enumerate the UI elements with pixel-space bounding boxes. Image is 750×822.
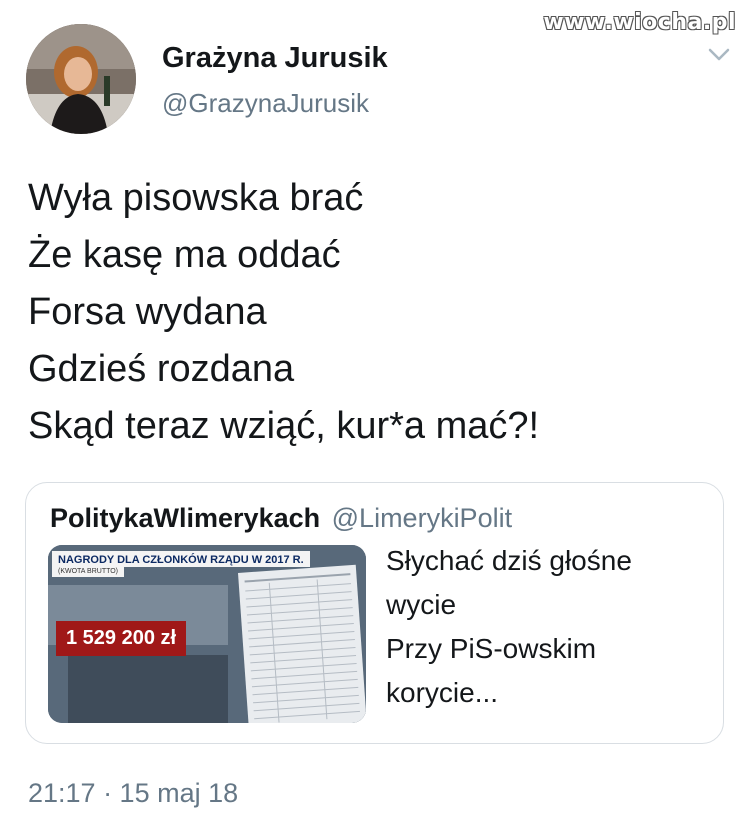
author-name[interactable]: Grażyna Jurusik — [162, 42, 388, 75]
tweet-timestamp[interactable]: 21:17 · 15 maj 18 — [28, 778, 238, 809]
avatar-photo — [26, 24, 136, 134]
image-title: NAGRODY DLA CZŁONKÓW RZĄDU W 2017 R. — [52, 551, 310, 567]
avatar[interactable] — [26, 24, 136, 134]
quoted-tweet[interactable]: PolitykaWlimerykach @LimerykiPolit NAGRO… — [25, 482, 724, 744]
tweet-line: Że kasę ma oddać — [28, 234, 341, 276]
quoted-line: korycie... — [386, 677, 499, 708]
tweet-line: Skąd teraz wziąć, kur*a mać?! — [28, 405, 540, 447]
quoted-author-handle[interactable]: @LimerykiPolit — [332, 503, 512, 533]
image-subtitle: (KWOTA BRUTTO) — [52, 567, 125, 577]
quoted-text: Słychać dziś głośne wycie Przy PiS-owski… — [386, 539, 632, 715]
author-handle[interactable]: @GrazynaJurusik — [162, 88, 369, 119]
quoted-author-name[interactable]: PolitykaWlimerykach — [50, 503, 320, 533]
quoted-line: Słychać dziś głośne — [386, 545, 632, 576]
quoted-image[interactable]: NAGRODY DLA CZŁONKÓW RZĄDU W 2017 R. (KW… — [48, 545, 366, 723]
quoted-line: Przy PiS-owskim — [386, 633, 597, 664]
quoted-line: wycie — [386, 589, 457, 620]
quoted-header: PolitykaWlimerykach @LimerykiPolit — [50, 503, 512, 534]
tweet-line: Forsa wydana — [28, 291, 267, 333]
chevron-down-icon[interactable] — [706, 44, 732, 64]
watermark: www.wiocha.pl — [543, 10, 736, 35]
tweet-text: Wyła pisowska brać Że kasę ma oddać Fors… — [28, 170, 539, 455]
tweet-line: Wyła pisowska brać — [28, 177, 364, 219]
image-amount: 1 529 200 zł — [56, 621, 187, 656]
tweet-line: Gdzieś rozdana — [28, 348, 295, 390]
